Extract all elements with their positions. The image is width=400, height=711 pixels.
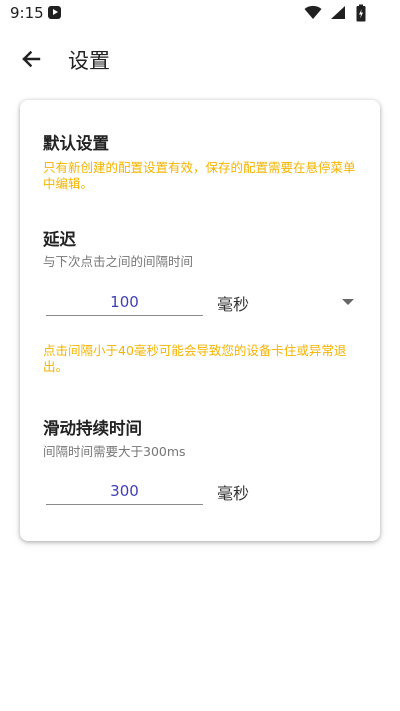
signal-icon [331, 6, 345, 19]
default-settings-notice: 只有新创建的配置设置有效，保存的配置需要在悬停菜单中编辑。 [43, 160, 356, 191]
status-bar: 9:15 [0, 0, 400, 28]
arrow-left-icon [22, 50, 41, 68]
delay-input[interactable] [46, 289, 203, 316]
delay-hint: 与下次点击之间的间隔时间 [43, 254, 194, 269]
delay-unit-select[interactable]: 毫秒 [217, 291, 249, 315]
dropdown-arrow-icon[interactable] [342, 299, 354, 305]
battery-icon [356, 4, 366, 22]
default-settings-title: 默认设置 [43, 134, 109, 153]
page-title: 设置 [68, 49, 110, 73]
app-bar: 设置 [0, 36, 400, 80]
wifi-icon [304, 5, 322, 19]
swipe-duration-hint: 间隔时间需要大于300ms [43, 444, 186, 459]
delay-title: 延迟 [43, 230, 76, 249]
swipe-duration-unit: 毫秒 [217, 484, 250, 503]
status-time: 9:15 [10, 4, 44, 22]
delay-warning: 点击间隔小于40毫秒可能会导致您的设备卡住或异常退出。 [43, 343, 347, 374]
back-button[interactable] [16, 44, 46, 74]
swipe-duration-input[interactable] [46, 478, 203, 505]
swipe-duration-title: 滑动持续时间 [43, 419, 142, 438]
play-store-icon [48, 6, 61, 19]
settings-card: 默认设置 只有新创建的配置设置有效，保存的配置需要在悬停菜单中编辑。 延迟 与下… [20, 100, 380, 541]
